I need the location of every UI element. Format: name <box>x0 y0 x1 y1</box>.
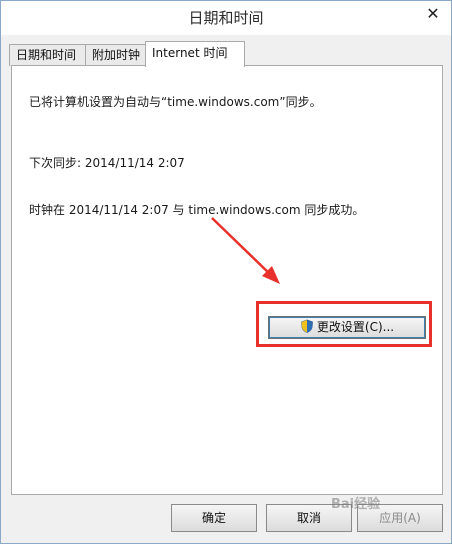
dialog-window: 日期和时间 ✕ 日期和时间 附加时钟 Internet 时间 已将计算机设置为自… <box>0 0 452 544</box>
tab-panel: 已将计算机设置为自动与“time.windows.com”同步。 下次同步: 2… <box>11 65 443 495</box>
close-icon[interactable]: ✕ <box>419 1 447 29</box>
tab-date-time[interactable]: 日期和时间 <box>9 44 89 66</box>
title-bar: 日期和时间 ✕ <box>1 1 451 35</box>
last-sync-result-text: 时钟在 2014/11/14 2:07 与 time.windows.com 同… <box>29 203 365 217</box>
watermark-text: Bai经验 <box>331 497 381 512</box>
annotation-highlight-box <box>256 301 432 347</box>
window-title: 日期和时间 <box>188 9 264 27</box>
next-sync-text: 下次同步: 2014/11/14 2:07 <box>29 156 185 170</box>
tab-additional-clocks[interactable]: 附加时钟 <box>85 44 147 66</box>
tab-internet-time[interactable]: Internet 时间 <box>145 41 245 67</box>
ok-button[interactable]: 确定 <box>171 504 257 532</box>
sync-status-text: 已将计算机设置为自动与“time.windows.com”同步。 <box>29 95 322 109</box>
